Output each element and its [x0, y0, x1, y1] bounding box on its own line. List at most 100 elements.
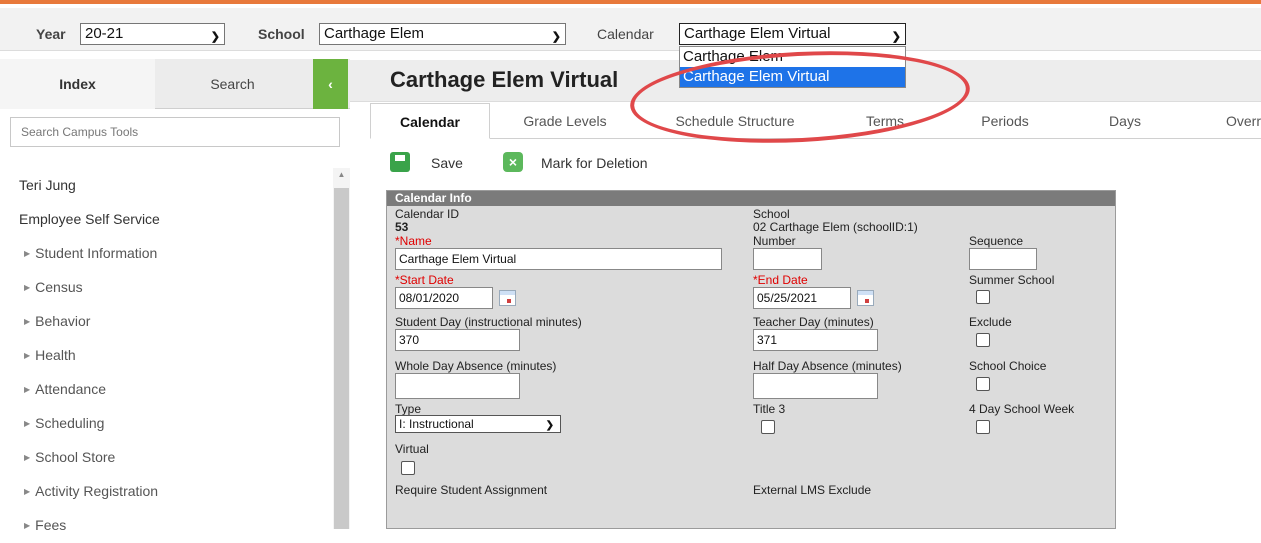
- calendar-value: Carthage Elem Virtual: [684, 25, 831, 42]
- calendar-picker-icon[interactable]: [857, 290, 874, 306]
- start-date-label: *Start Date: [395, 273, 454, 287]
- school-select[interactable]: Carthage Elem ❯: [319, 23, 566, 45]
- sidebar-item-label: Activity Registration: [35, 483, 159, 499]
- scroll-up-arrow-icon[interactable]: ▲: [333, 168, 350, 182]
- year-value: 20-21: [85, 25, 124, 42]
- sidebar-item-label: Scheduling: [35, 415, 105, 431]
- year-label: Year: [36, 26, 66, 42]
- sidebar-item-label: Fees: [35, 517, 67, 533]
- tab-search[interactable]: Search: [155, 59, 310, 109]
- sidebar-item-health[interactable]: ▶ Health: [0, 338, 330, 372]
- teacher-day-field[interactable]: 371: [753, 329, 878, 351]
- summer-school-checkbox[interactable]: [976, 290, 990, 304]
- calendar-select[interactable]: Carthage Elem Virtual ❯: [679, 23, 906, 45]
- tab-index[interactable]: Index: [0, 59, 155, 109]
- panel-title: Calendar Info: [387, 191, 1115, 206]
- school-choice-label: School Choice: [969, 359, 1047, 373]
- exclude-label: Exclude: [969, 315, 1012, 329]
- start-date-field[interactable]: 08/01/2020: [395, 287, 493, 309]
- tab-schedule-structure[interactable]: Schedule Structure: [640, 103, 830, 139]
- sidebar-item-user[interactable]: Teri Jung: [0, 168, 330, 202]
- name-label: *Name: [395, 234, 432, 248]
- calendar-option[interactable]: Carthage Elem: [680, 47, 905, 67]
- tab-periods[interactable]: Periods: [940, 103, 1070, 139]
- number-label: Number: [753, 234, 796, 248]
- expand-triangle-icon: ▶: [24, 351, 31, 360]
- school-choice-checkbox[interactable]: [976, 377, 990, 391]
- sidebar-item-behavior[interactable]: ▶ Behavior: [0, 304, 330, 338]
- tab-grade-levels[interactable]: Grade Levels: [490, 103, 640, 139]
- sequence-field[interactable]: [969, 248, 1037, 270]
- school-label: School: [258, 26, 305, 42]
- sidebar-item-fees[interactable]: ▶ Fees: [0, 508, 330, 542]
- expand-triangle-icon: ▶: [24, 385, 31, 394]
- expand-triangle-icon: ▶: [24, 453, 31, 462]
- sidebar-item-label: Health: [35, 347, 76, 363]
- expand-triangle-icon: ▶: [24, 283, 31, 292]
- sidebar-item-census[interactable]: ▶ Census: [0, 270, 330, 304]
- four-day-week-checkbox[interactable]: [976, 420, 990, 434]
- calendar-picker-icon[interactable]: [499, 290, 516, 306]
- sidebar-item-school-store[interactable]: ▶ School Store: [0, 440, 330, 474]
- chevron-down-icon: ❯: [551, 31, 561, 43]
- four-day-week-label: 4 Day School Week: [969, 402, 1075, 416]
- sidebar-menu: Teri Jung Employee Self Service ▶ Student…: [0, 168, 330, 542]
- year-select[interactable]: 20-21 ❯: [80, 23, 225, 45]
- type-select[interactable]: I: Instructional ❯: [395, 415, 561, 433]
- student-day-field[interactable]: 370: [395, 329, 520, 351]
- tab-overrides[interactable]: Overr: [1180, 103, 1261, 139]
- exclude-checkbox[interactable]: [976, 333, 990, 347]
- mark-for-deletion-button[interactable]: Mark for Deletion: [541, 152, 648, 174]
- school-value: Carthage Elem: [324, 25, 425, 42]
- virtual-checkbox[interactable]: [401, 461, 415, 475]
- delete-x-icon[interactable]: ×: [503, 152, 523, 172]
- summer-school-label: Summer School: [969, 273, 1055, 287]
- chevron-down-icon: ❯: [891, 31, 901, 43]
- tab-days[interactable]: Days: [1070, 103, 1180, 139]
- sidebar-item-student-information[interactable]: ▶ Student Information: [0, 236, 330, 270]
- school-label: School: [753, 207, 790, 221]
- teacher-day-label: Teacher Day (minutes): [753, 315, 874, 329]
- sidebar-tabs: Index Search: [0, 59, 350, 109]
- sidebar-item-ess[interactable]: Employee Self Service: [0, 202, 330, 236]
- calendar-tabs: Calendar Grade Levels Schedule Structure…: [370, 103, 1261, 139]
- sidebar-item-label: School Store: [35, 449, 116, 465]
- collapse-sidebar-button[interactable]: ‹: [313, 59, 348, 109]
- chevron-left-icon: ‹: [328, 76, 333, 92]
- end-date-field[interactable]: 05/25/2021: [753, 287, 851, 309]
- top-accent-line: [0, 0, 1261, 8]
- tab-terms[interactable]: Terms: [830, 103, 940, 139]
- virtual-label: Virtual: [395, 442, 429, 456]
- half-day-absence-label: Half Day Absence (minutes): [753, 359, 902, 373]
- sidebar-scrollbar[interactable]: ▲: [333, 168, 350, 529]
- whole-day-absence-field[interactable]: [395, 373, 520, 399]
- title3-checkbox[interactable]: [761, 420, 775, 434]
- calendar-label: Calendar: [597, 26, 654, 42]
- save-button[interactable]: Save: [431, 152, 463, 174]
- chevron-down-icon: ❯: [210, 31, 220, 43]
- sidebar-item-label: Behavior: [35, 313, 91, 329]
- number-field[interactable]: [753, 248, 822, 270]
- search-input[interactable]: Search Campus Tools: [10, 117, 340, 147]
- school-value: 02 Carthage Elem (schoolID:1): [753, 220, 918, 234]
- name-field[interactable]: Carthage Elem Virtual: [395, 248, 722, 270]
- sidebar-item-scheduling[interactable]: ▶ Scheduling: [0, 406, 330, 440]
- expand-triangle-icon: ▶: [24, 317, 31, 326]
- sidebar-item-attendance[interactable]: ▶ Attendance: [0, 372, 330, 406]
- whole-day-absence-label: Whole Day Absence (minutes): [395, 359, 557, 373]
- calendar-id-label: Calendar ID: [395, 207, 460, 221]
- student-day-label: Student Day (instructional minutes): [395, 315, 582, 329]
- external-lms-label: External LMS Exclude: [753, 483, 872, 497]
- expand-triangle-icon: ▶: [24, 419, 31, 428]
- save-icon[interactable]: [390, 152, 410, 172]
- context-header: Year 20-21 ❯ School Carthage Elem ❯ Cale…: [0, 8, 1261, 51]
- tab-calendar[interactable]: Calendar: [370, 103, 490, 139]
- half-day-absence-field[interactable]: [753, 373, 878, 399]
- chevron-down-icon: ❯: [545, 420, 554, 431]
- title3-label: Title 3: [753, 402, 786, 416]
- sidebar-item-activity-registration[interactable]: ▶ Activity Registration: [0, 474, 330, 508]
- calendar-dropdown-list: Carthage Elem Carthage Elem Virtual: [679, 46, 906, 88]
- calendar-option-selected[interactable]: Carthage Elem Virtual: [680, 67, 905, 87]
- page-title: Carthage Elem Virtual: [390, 67, 619, 92]
- scroll-thumb[interactable]: [334, 188, 349, 529]
